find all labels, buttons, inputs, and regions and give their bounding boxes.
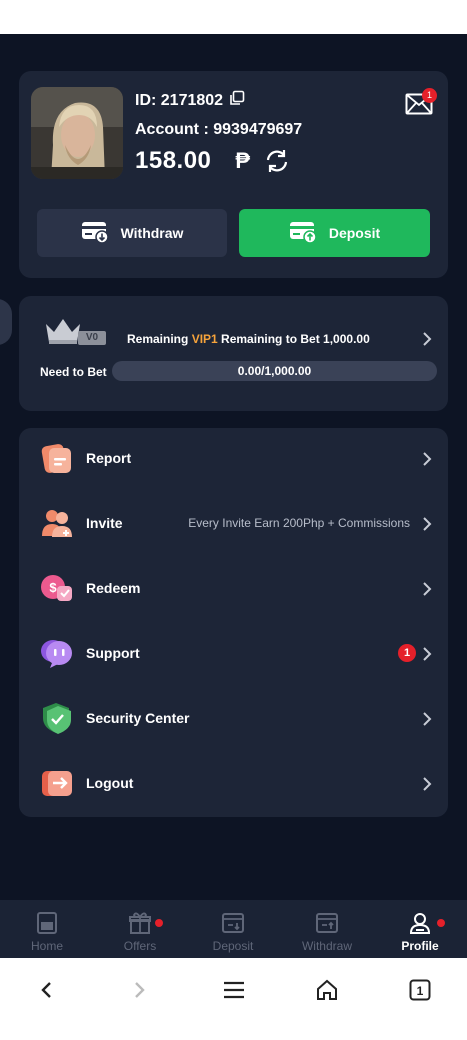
nav-profile[interactable]: Profile (373, 900, 467, 958)
balance-row: 158.00 ₱ (135, 147, 290, 175)
deposit-icon (221, 911, 245, 940)
menu-item-support[interactable]: Support 1 (19, 623, 448, 683)
nav-label-offers: Offers (123, 939, 157, 953)
menu-item-report[interactable]: Report (19, 428, 448, 488)
need-to-bet-label: Need to Bet (40, 365, 107, 379)
chevron-right-icon (422, 776, 432, 797)
avatar-image (31, 87, 123, 179)
system-navigation-bar: 1 (0, 958, 467, 1040)
forward-icon[interactable] (132, 978, 148, 1007)
nav-label-home: Home (30, 939, 63, 953)
vip-level-badge: V0 (78, 331, 106, 345)
svg-text:$: $ (49, 580, 57, 595)
tabs-icon[interactable]: 1 (408, 978, 432, 1007)
invite-reward-note: Every Invite Earn 200Php + Commissions (188, 516, 410, 530)
shield-icon (40, 701, 74, 735)
home-icon (35, 911, 59, 940)
profile-notification-dot (437, 919, 445, 927)
refresh-icon[interactable] (264, 148, 290, 174)
withdraw-button[interactable]: Withdraw (37, 209, 227, 257)
support-badge: 1 (398, 644, 416, 662)
menu-item-logout[interactable]: Logout (19, 753, 448, 813)
vip-next-level: VIP1 (191, 332, 218, 346)
offers-notification-dot (155, 919, 163, 927)
deposit-label: Deposit (328, 225, 381, 241)
menu-icon[interactable] (222, 978, 246, 1007)
bottom-nav: Home Offers Deposit Withdraw Profile (0, 900, 467, 958)
chevron-right-icon (422, 516, 432, 537)
menu-card: Report Invite Every Invite Earn 200Php +… (19, 428, 448, 817)
profile-card: ID: 2171802 Account : 9939479697 158.00 … (19, 71, 448, 278)
nav-label-profile: Profile (401, 939, 439, 953)
vip-remaining-prefix: Remaining (127, 332, 189, 346)
redeem-icon: $ (40, 571, 74, 605)
menu-label-redeem: Redeem (86, 580, 141, 596)
chevron-right-icon[interactable] (422, 331, 432, 352)
nav-label-withdraw: Withdraw (301, 939, 352, 953)
nav-withdraw[interactable]: Withdraw (280, 900, 374, 958)
vip-card[interactable]: V0 Remaining VIP1 Remaining to Bet 1,000… (19, 296, 448, 411)
gift-icon (128, 911, 152, 940)
balance-amount: 158.00 (135, 147, 212, 174)
app-screen: ID: 2171802 Account : 9939479697 158.00 … (0, 34, 467, 900)
chevron-right-icon (422, 711, 432, 732)
back-icon[interactable] (38, 978, 54, 1007)
support-icon (40, 636, 74, 670)
menu-item-redeem[interactable]: $ Redeem (19, 558, 448, 618)
menu-label-report: Report (86, 450, 132, 466)
report-icon (40, 441, 74, 475)
crown-icon (43, 316, 83, 351)
menu-label-support: Support (86, 645, 140, 661)
deposit-card-icon (289, 220, 317, 247)
account-number: Account : 9939479697 (135, 121, 303, 138)
side-drawer-handle[interactable] (0, 299, 12, 345)
menu-item-security-center[interactable]: Security Center (19, 688, 448, 748)
copy-icon[interactable] (229, 90, 245, 111)
bet-progress-text: 0.00/1,000.00 (237, 364, 312, 378)
withdraw-label: Withdraw (120, 225, 184, 241)
user-id-text: ID: 2171802 (135, 91, 224, 109)
menu-label-invite: Invite (86, 515, 123, 531)
chevron-right-icon (422, 451, 432, 472)
withdraw-icon (315, 911, 339, 940)
user-id: ID: 2171802 (135, 90, 245, 111)
mail-badge: 1 (422, 88, 437, 103)
deposit-button[interactable]: Deposit (239, 209, 430, 257)
menu-label-security-center: Security Center (86, 710, 190, 726)
invite-icon (40, 506, 74, 540)
vip-remaining-text: Remaining VIP1 Remaining to Bet 1,000.00 (127, 332, 370, 346)
home-button-icon[interactable] (315, 978, 339, 1007)
currency-symbol: ₱ (235, 148, 251, 173)
chevron-right-icon (422, 581, 432, 602)
menu-label-logout: Logout (86, 775, 134, 791)
profile-icon (408, 911, 432, 940)
avatar[interactable] (31, 87, 123, 179)
bet-progress-bar: 0.00/1,000.00 (112, 361, 437, 381)
withdraw-card-icon (81, 220, 109, 247)
tabs-count: 1 (417, 984, 424, 998)
logout-icon (40, 766, 74, 800)
nav-label-deposit: Deposit (212, 939, 254, 953)
status-bar (0, 0, 467, 34)
vip-remaining-suffix: Remaining to Bet 1,000.00 (221, 332, 370, 346)
nav-offers[interactable]: Offers (93, 900, 187, 958)
menu-item-invite[interactable]: Invite Every Invite Earn 200Php + Commis… (19, 493, 448, 553)
chevron-right-icon (422, 646, 432, 667)
nav-deposit[interactable]: Deposit (186, 900, 280, 958)
nav-home[interactable]: Home (0, 900, 94, 958)
